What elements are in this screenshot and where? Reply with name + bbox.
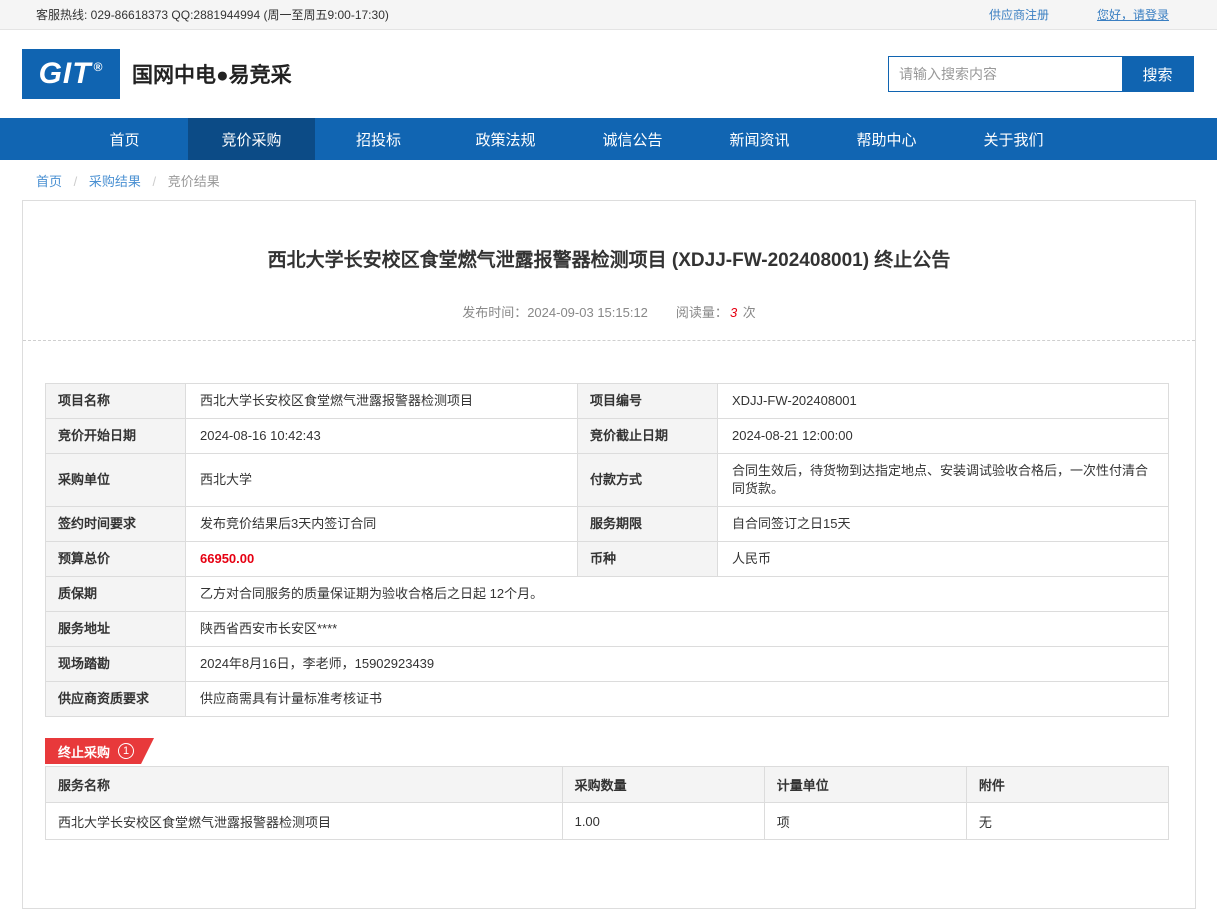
nav-item-home[interactable]: 首页: [61, 118, 188, 160]
nav-item-bidding-purchase[interactable]: 竞价采购: [188, 118, 315, 160]
publish-time-label: 发布时间：: [462, 305, 527, 320]
info-value-bid-end: 2024-08-21 12:00:00: [718, 419, 1169, 454]
info-label-currency: 币种: [578, 542, 718, 577]
info-value-payment: 合同生效后，待货物到达指定地点、安装调试验收合格后，一次性付清合同货款。: [718, 454, 1169, 507]
info-value-project-no: XDJJ-FW-202408001: [718, 384, 1169, 419]
divider: [23, 340, 1195, 341]
info-value-project-name: 西北大学长安校区食堂燃气泄露报警器检测项目: [186, 384, 578, 419]
nav-item-policy[interactable]: 政策法规: [442, 118, 569, 160]
table-row: 现场踏勘 2024年8月16日，李老师，15902923439: [46, 647, 1169, 682]
table-row: 项目名称 西北大学长安校区食堂燃气泄露报警器检测项目 项目编号 XDJJ-FW-…: [46, 384, 1169, 419]
info-label-bid-start: 竞价开始日期: [46, 419, 186, 454]
info-value-service-address: 陕西省西安市长安区****: [186, 612, 1169, 647]
login-link[interactable]: 您好，请登录: [1097, 6, 1169, 23]
info-label-sign-time: 签约时间要求: [46, 507, 186, 542]
cell-unit: 项: [764, 803, 966, 840]
info-value-currency: 人民币: [718, 542, 1169, 577]
search-button[interactable]: 搜索: [1122, 57, 1193, 91]
topbar: 客服热线: 029-86618373 QQ:2881944994 (周一至周五9…: [0, 0, 1217, 30]
views-count: 3: [730, 305, 737, 320]
cell-service-name: 西北大学长安校区食堂燃气泄露报警器检测项目: [46, 803, 563, 840]
announcement-card: 西北大学长安校区食堂燃气泄露报警器检测项目 (XDJJ-FW-202408001…: [22, 200, 1196, 909]
search-bar: 搜索: [888, 56, 1194, 92]
info-value-site-survey: 2024年8月16日，李老师，15902923439: [186, 647, 1169, 682]
cell-attachment: 无: [966, 803, 1168, 840]
registered-mark: ®: [94, 60, 104, 74]
table-row: 供应商资质要求 供应商需具有计量标准考核证书: [46, 682, 1169, 717]
info-label-warranty: 质保期: [46, 577, 186, 612]
table-row: 质保期 乙方对合同服务的质量保证期为验收合格后之日起 12个月。: [46, 577, 1169, 612]
info-label-purchaser: 采购单位: [46, 454, 186, 507]
info-value-purchaser: 西北大学: [186, 454, 578, 507]
badge-label: 终止采购: [58, 742, 110, 761]
breadcrumb-separator: /: [74, 174, 78, 189]
table-row: 预算总价 66950.00 币种 人民币: [46, 542, 1169, 577]
info-label-service-address: 服务地址: [46, 612, 186, 647]
col-service-name: 服务名称: [46, 767, 563, 803]
header: GIT® 国网中电●易竞采 搜索: [0, 30, 1217, 118]
site-brand-title: 国网中电●易竞采: [132, 59, 292, 89]
info-label-supplier-qualification: 供应商资质要求: [46, 682, 186, 717]
info-value-warranty: 乙方对合同服务的质量保证期为验收合格后之日起 12个月。: [186, 577, 1169, 612]
cell-quantity: 1.00: [562, 803, 764, 840]
views-label: 阅读量：: [676, 305, 728, 320]
info-value-sign-time: 发布竞价结果后3天内签订合同: [186, 507, 578, 542]
main-nav: 首页 竞价采购 招投标 政策法规 诚信公告 新闻资讯 帮助中心 关于我们: [0, 118, 1217, 160]
nav-item-help-center[interactable]: 帮助中心: [823, 118, 950, 160]
search-input[interactable]: [889, 57, 1122, 91]
supplier-register-link[interactable]: 供应商注册: [989, 6, 1049, 23]
info-value-bid-start: 2024-08-16 10:42:43: [186, 419, 578, 454]
page-title: 西北大学长安校区食堂燃气泄露报警器检测项目 (XDJJ-FW-202408001…: [23, 201, 1195, 272]
terminated-purchase-badge: 终止采购 1: [45, 738, 154, 764]
breadcrumb: 首页 / 采购结果 / 竞价结果: [0, 160, 1217, 200]
info-label-bid-end: 竞价截止日期: [578, 419, 718, 454]
publish-meta: 发布时间：2024-09-03 15:15:12 阅读量：3 次: [23, 302, 1195, 321]
col-quantity: 采购数量: [562, 767, 764, 803]
info-value-service-period: 自合同签订之日15天: [718, 507, 1169, 542]
info-value-supplier-qualification: 供应商需具有计量标准考核证书: [186, 682, 1169, 717]
info-label-project-no: 项目编号: [578, 384, 718, 419]
nav-item-tender[interactable]: 招投标: [315, 118, 442, 160]
publish-time-value: 2024-09-03 15:15:12: [527, 305, 648, 320]
git-logo: GIT®: [22, 49, 120, 99]
table-header-row: 服务名称 采购数量 计量单位 附件: [46, 767, 1169, 803]
table-row: 签约时间要求 发布竞价结果后3天内签订合同 服务期限 自合同签订之日15天: [46, 507, 1169, 542]
nav-item-integrity-notice[interactable]: 诚信公告: [569, 118, 696, 160]
nav-item-news[interactable]: 新闻资讯: [696, 118, 823, 160]
breadcrumb-bidding-results: 竞价结果: [168, 174, 220, 189]
table-row: 竞价开始日期 2024-08-16 10:42:43 竞价截止日期 2024-0…: [46, 419, 1169, 454]
hotline-text: 客服热线: 029-86618373 QQ:2881944994 (周一至周五9…: [36, 6, 389, 23]
info-label-payment: 付款方式: [578, 454, 718, 507]
info-label-site-survey: 现场踏勘: [46, 647, 186, 682]
table-row: 采购单位 西北大学 付款方式 合同生效后，待货物到达指定地点、安装调试验收合格后…: [46, 454, 1169, 507]
badge-count-circle: 1: [118, 743, 134, 759]
col-unit: 计量单位: [764, 767, 966, 803]
info-label-budget: 预算总价: [46, 542, 186, 577]
col-attachment: 附件: [966, 767, 1168, 803]
service-items-table: 服务名称 采购数量 计量单位 附件 西北大学长安校区食堂燃气泄露报警器检测项目 …: [45, 766, 1169, 840]
breadcrumb-separator: /: [153, 174, 157, 189]
breadcrumb-home[interactable]: 首页: [36, 174, 62, 189]
breadcrumb-purchase-results[interactable]: 采购结果: [89, 174, 141, 189]
info-value-budget: 66950.00: [186, 542, 578, 577]
info-label-service-period: 服务期限: [578, 507, 718, 542]
views-unit: 次: [743, 305, 756, 320]
project-info-table: 项目名称 西北大学长安校区食堂燃气泄露报警器检测项目 项目编号 XDJJ-FW-…: [45, 383, 1169, 717]
table-row: 西北大学长安校区食堂燃气泄露报警器检测项目 1.00 项 无: [46, 803, 1169, 840]
logo-text: GIT: [39, 57, 92, 91]
nav-item-about-us[interactable]: 关于我们: [950, 118, 1077, 160]
table-row: 服务地址 陕西省西安市长安区****: [46, 612, 1169, 647]
info-label-project-name: 项目名称: [46, 384, 186, 419]
